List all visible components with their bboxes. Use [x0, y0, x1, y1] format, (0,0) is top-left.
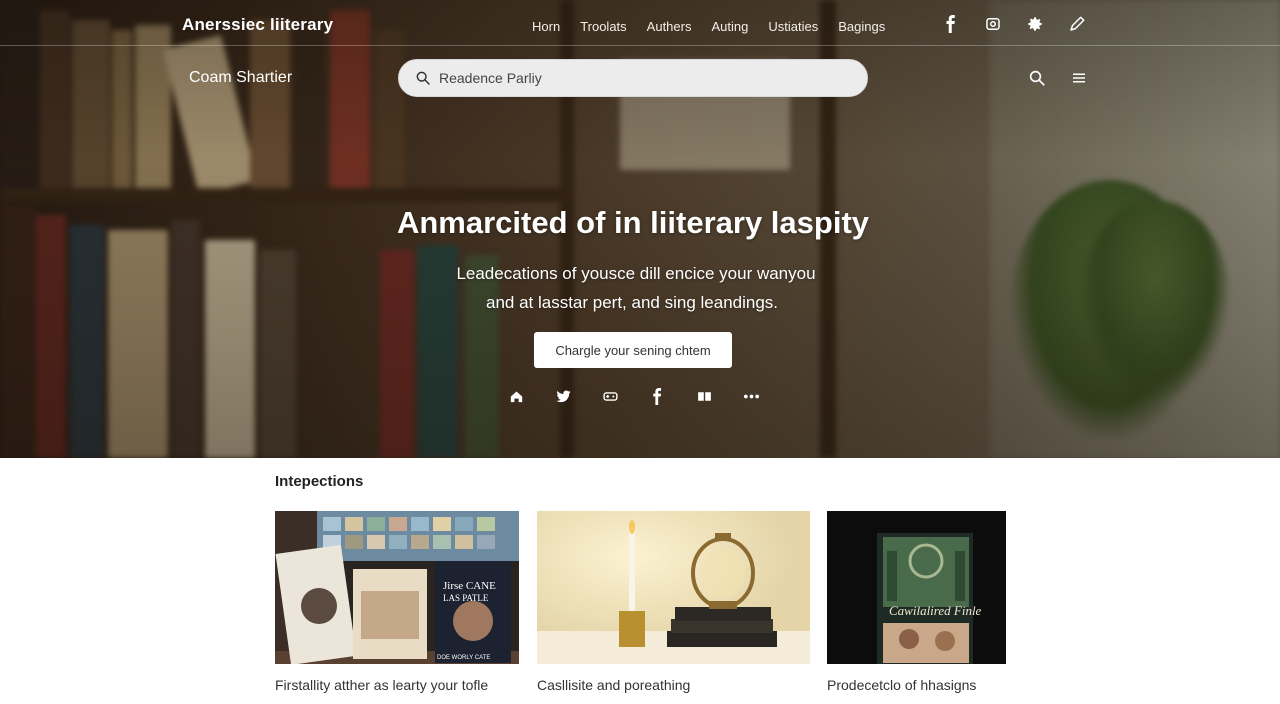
nav-link-auting[interactable]: Auting — [711, 19, 748, 34]
hero-section: Anerssiec liiterary Horn Troolats Auther… — [0, 0, 1280, 458]
top-navbar: Anerssiec liiterary Horn Troolats Auther… — [0, 0, 1280, 46]
card-image-2[interactable] — [537, 511, 810, 664]
card-caption-2[interactable]: Casllisite and poreathing — [537, 677, 690, 693]
search-input[interactable] — [439, 70, 839, 86]
nav-link-authors[interactable]: Authers — [647, 19, 692, 34]
hero-description-line-1: Leadecations of yousce dill encice your … — [456, 264, 816, 283]
card-image-3[interactable]: Cawilalired Finle — [827, 511, 1006, 664]
twitter-icon[interactable] — [552, 385, 574, 407]
site-logo[interactable]: Anerssiec liiterary — [182, 15, 333, 35]
card-image-1[interactable]: Jirse CANE LAS PATLE DOE WORLY CATE — [275, 511, 519, 664]
nav-icon-group — [940, 13, 1088, 35]
card-caption-1[interactable]: Firstallity atther as learty your tofle — [275, 677, 488, 693]
search-icon — [416, 71, 430, 85]
main-nav: Horn Troolats Authers Auting Ustiaties B… — [532, 19, 905, 34]
card-1-cover-footer: DOE WORLY CATE — [437, 655, 490, 661]
edit-icon[interactable] — [1066, 13, 1088, 35]
card-1-cover-title-1: Jirse CANE — [443, 580, 496, 592]
home-icon[interactable] — [505, 385, 527, 407]
hero-cta-button[interactable]: Chargle your sening chtem — [534, 332, 732, 368]
hero-description-line-2: and at lasstar pert, and sing leandings. — [485, 293, 779, 312]
social-icon-row — [505, 385, 787, 407]
section-title: Intepections — [275, 473, 364, 490]
gamepad-icon[interactable] — [599, 385, 621, 407]
gear-icon[interactable] — [1024, 13, 1046, 35]
card-caption-3[interactable]: Prodecetclo of hhasigns — [827, 677, 976, 693]
nav-link-ustiaties[interactable]: Ustiaties — [768, 19, 818, 34]
search-bar[interactable] — [398, 59, 868, 97]
site-subtitle: Coam Shartier — [189, 69, 293, 86]
card-1-cover-title-2: LAS PATLE — [443, 593, 489, 603]
facebook-icon[interactable] — [646, 385, 668, 407]
search-icon[interactable] — [1027, 68, 1047, 88]
refresh-icon[interactable] — [982, 13, 1004, 35]
more-icon[interactable] — [740, 385, 762, 407]
nav-link-bagings[interactable]: Bagings — [838, 19, 885, 34]
nav-link-home[interactable]: Horn — [532, 19, 560, 34]
hero-title: Anmarcited of in liiterary laspity — [396, 205, 870, 240]
card-3-cover-title: Cawilalired Finle — [889, 603, 982, 618]
facebook-icon[interactable] — [940, 13, 962, 35]
hamburger-menu-icon[interactable] — [1069, 68, 1089, 88]
nav-link-troolats[interactable]: Troolats — [580, 19, 626, 34]
book-icon[interactable] — [693, 385, 715, 407]
